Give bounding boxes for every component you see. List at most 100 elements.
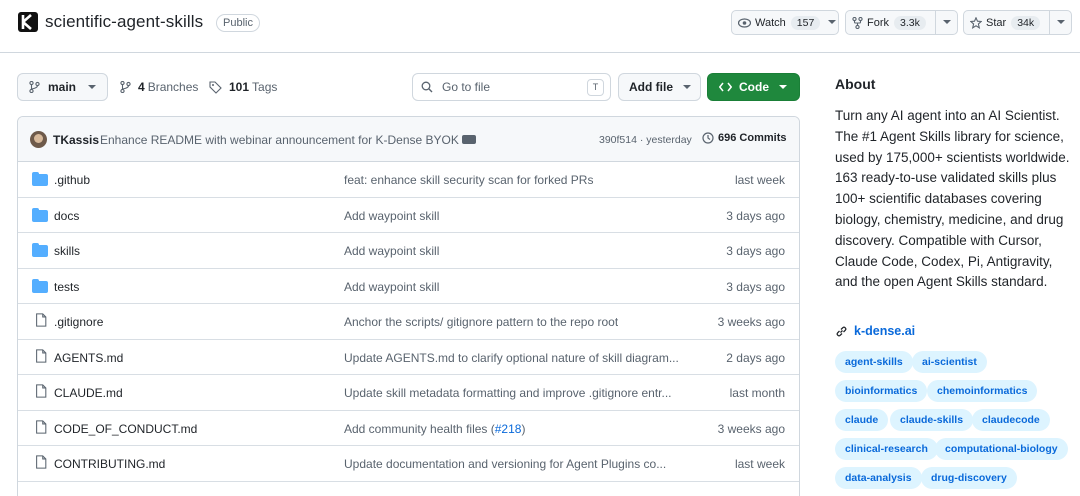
topic-tag[interactable]: bioinformatics [835, 380, 928, 402]
table-row[interactable]: CODE_OF_CONDUCT.md Add community health f… [18, 411, 799, 446]
file-commit-message[interactable]: Update documentation and versioning for … [344, 457, 666, 471]
file-icon [36, 348, 47, 363]
file-commit-message[interactable]: Add waypoint skill [344, 209, 439, 223]
tag-icon [209, 80, 222, 94]
file-commit-time[interactable]: 3 weeks ago [718, 315, 785, 329]
topic-tag[interactable]: claude [835, 409, 889, 431]
file-commit-message-text: Add community health files ( [344, 421, 495, 436]
file-commit-message[interactable]: Anchor the scripts/ gitignore pattern to… [344, 315, 618, 329]
repo-name[interactable]: scientific-agent-skills [45, 12, 203, 32]
table-row[interactable]: docs Add waypoint skill 3 days ago [18, 198, 799, 233]
star-caret[interactable] [1049, 11, 1071, 34]
about-heading: About [835, 76, 876, 92]
file-name[interactable]: docs [54, 209, 79, 223]
expand-commit-icon[interactable] [462, 135, 476, 144]
search-shortcut-key: T [587, 79, 604, 96]
tags-link[interactable]: 101 Tags [209, 80, 277, 94]
table-row[interactable]: .github feat: enhance skill security scan… [18, 162, 799, 198]
add-file-button[interactable]: Add file [618, 73, 701, 101]
branch-selector[interactable]: main [17, 73, 108, 101]
file-commit-message[interactable]: Add waypoint skill [344, 280, 439, 294]
table-row[interactable]: .gitignore Anchor the scripts/ gitignore … [18, 304, 799, 340]
watch-caret[interactable] [826, 11, 838, 34]
avatar[interactable] [30, 131, 47, 148]
topic-tag[interactable]: drug-discovery [921, 467, 1017, 489]
topic-tag[interactable]: claudecode [972, 409, 1050, 431]
folder-icon [32, 278, 48, 293]
code-button[interactable]: Code [707, 73, 800, 101]
code-icon [719, 82, 732, 92]
branch-icon [120, 81, 131, 93]
commits-link[interactable]: 696 Commits [702, 132, 786, 144]
fork-label: Fork [867, 16, 889, 29]
fork-button[interactable]: Fork 3.3k [845, 10, 958, 35]
table-row[interactable]: CLAUDE.md Update skill metadata formattin… [18, 375, 799, 411]
tags-label: Tags [252, 80, 278, 94]
branch-name: main [48, 80, 77, 94]
topic-tag[interactable]: data-analysis [835, 467, 922, 489]
file-name[interactable]: CLAUDE.md [54, 386, 123, 400]
chevron-down-icon [779, 84, 787, 89]
file-name[interactable]: AGENTS.md [54, 351, 123, 365]
file-name[interactable]: .gitignore [54, 315, 103, 329]
commits-count: 696 Commits [718, 132, 787, 144]
table-row[interactable]: CONTRIBUTING.md Update documentation and … [18, 446, 799, 482]
table-row[interactable]: skills Add waypoint skill 3 days ago [18, 233, 799, 269]
file-commit-message[interactable]: feat: enhance skill security scan for fo… [344, 173, 593, 187]
table-row[interactable]: AGENTS.md Update AGENTS.md to clarify opt… [18, 340, 799, 375]
topic-tag[interactable]: ai-scientist [912, 351, 987, 373]
search-placeholder: Go to file [442, 80, 491, 94]
visibility-badge: Public [216, 14, 260, 32]
watch-button[interactable]: Watch 157 [731, 10, 839, 35]
file-commit-message-text: feat: enhance skill security scan for fo… [344, 173, 594, 187]
chevron-down-icon [942, 20, 951, 24]
go-to-file-search[interactable]: Go to file T [412, 73, 611, 101]
star-button[interactable]: Star 34k [963, 10, 1072, 35]
file-table: TKassis Enhance README with webinar anno… [17, 116, 800, 496]
file-commit-time[interactable]: 3 days ago [726, 209, 785, 223]
file-commit-time[interactable]: 3 weeks ago [718, 422, 785, 436]
file-name[interactable]: CONTRIBUTING.md [54, 457, 165, 471]
file-commit-message-text: Update documentation and versioning for … [344, 457, 667, 471]
file-icon [36, 384, 47, 398]
homepage-link[interactable]: k-dense.ai [835, 324, 915, 338]
topic-tag[interactable]: chemoinformatics [927, 380, 1038, 402]
topic-tag[interactable]: claude-skills [890, 409, 974, 431]
star-count: 34k [1011, 15, 1041, 30]
file-list: .github feat: enhance skill security scan… [18, 162, 799, 482]
repo-logo-icon [18, 12, 38, 32]
file-name[interactable]: tests [54, 280, 79, 294]
star-icon [970, 16, 982, 29]
file-commit-message[interactable]: Add community health files (#218) [344, 422, 525, 436]
commit-author[interactable]: TKassis [53, 133, 99, 147]
commit-message[interactable]: Enhance README with webinar announcement… [100, 133, 459, 147]
file-commit-time[interactable]: last week [735, 457, 785, 471]
table-row[interactable]: tests Add waypoint skill 3 days ago [18, 269, 799, 304]
file-commit-time[interactable]: last month [730, 386, 785, 400]
topic-tag[interactable]: agent-skills [835, 351, 913, 373]
file-commit-message[interactable]: Add waypoint skill [344, 244, 439, 258]
file-icon [36, 419, 47, 434]
file-commit-time[interactable]: 3 days ago [726, 244, 785, 258]
topic-tag[interactable]: computational-biology [935, 438, 1068, 460]
file-commit-time[interactable]: last week [735, 173, 785, 187]
watch-label: Watch [755, 16, 786, 29]
topic-tag[interactable]: clinical-research [835, 438, 938, 460]
branches-link[interactable]: 4 Branches [120, 80, 198, 94]
chevron-down-icon [1056, 20, 1065, 24]
commit-hash-time[interactable]: 390f514 · yesterday [599, 134, 692, 146]
fork-count: 3.3k [894, 15, 926, 30]
issue-link[interactable]: #218 [495, 422, 522, 436]
folder-icon [32, 243, 48, 257]
file-name[interactable]: .github [54, 173, 90, 187]
repo-header: scientific-agent-skills Public Watch 157… [0, 0, 1080, 53]
file-name[interactable]: skills [54, 244, 80, 258]
file-commit-message[interactable]: Update AGENTS.md to clarify optional nat… [344, 351, 679, 365]
fork-caret[interactable] [935, 11, 957, 34]
file-commit-message[interactable]: Update skill metadata formatting and imp… [344, 386, 672, 400]
tags-count: 101 [229, 80, 250, 94]
file-commit-time[interactable]: 2 days ago [726, 351, 785, 365]
branches-count: 4 [138, 80, 145, 94]
file-commit-time[interactable]: 3 days ago [726, 280, 785, 294]
file-name[interactable]: CODE_OF_CONDUCT.md [54, 422, 197, 436]
